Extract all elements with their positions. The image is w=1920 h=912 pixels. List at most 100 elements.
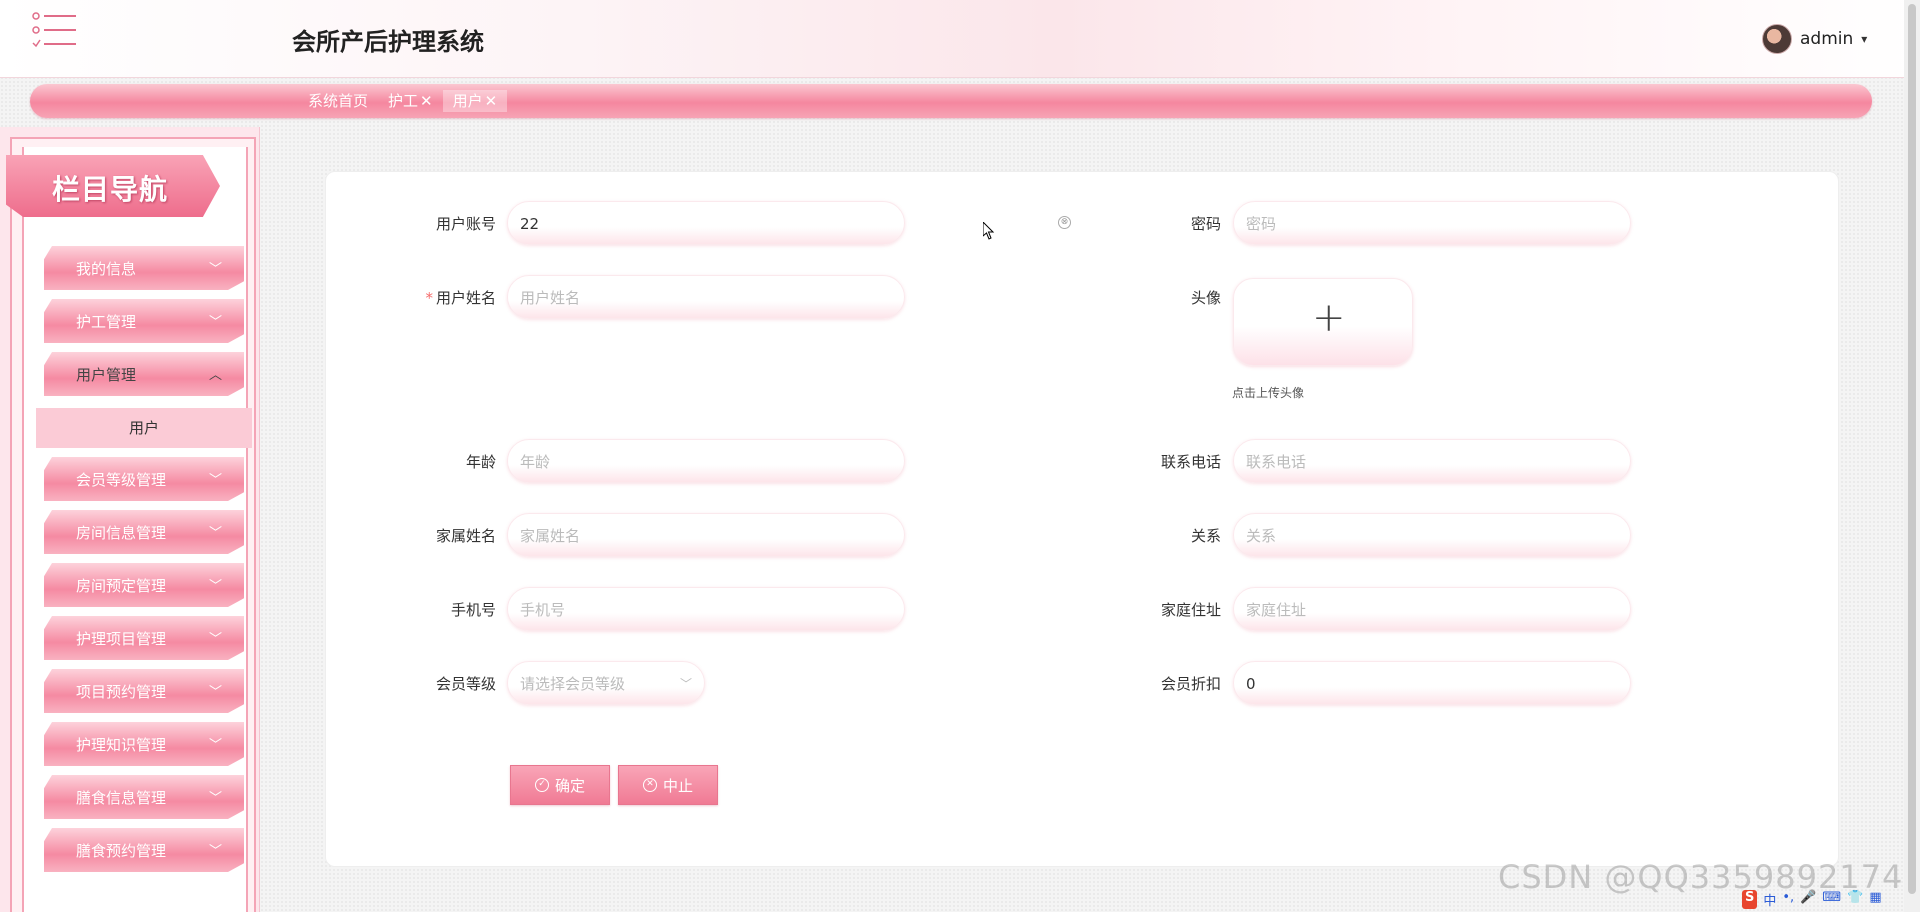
discount-input[interactable]: 0	[1233, 661, 1631, 705]
scrollbar[interactable]	[1904, 0, 1920, 912]
sidebar-item-my-info[interactable]: 我的信息 ﹀	[44, 246, 244, 290]
menu-toggle-icon[interactable]	[32, 12, 80, 52]
member-level-label: 会员等级	[435, 675, 496, 693]
chevron-down-icon: ﹀	[208, 315, 222, 330]
sidebar-item-room-info[interactable]: 房间信息管理 ﹀	[44, 510, 244, 554]
phone-label: 联系电话	[1160, 453, 1221, 471]
sidebar-item-label: 项目预约管理	[76, 683, 167, 701]
sidebar-item-label: 我的信息	[76, 260, 137, 278]
account-input[interactable]: 22	[507, 201, 905, 245]
password-label: 密码	[1190, 215, 1221, 233]
chevron-down-icon: ﹀	[208, 632, 222, 647]
address-label: 家庭住址	[1160, 601, 1221, 619]
account-label: 用户账号	[435, 215, 496, 233]
chevron-down-icon: ﹀	[208, 526, 222, 541]
mobile-label: 手机号	[450, 601, 496, 619]
x-circle-icon: ✕	[642, 778, 657, 792]
name-label: * 用户姓名	[376, 287, 496, 308]
close-icon[interactable]: ✕	[420, 92, 433, 110]
chevron-up-icon: ︿	[208, 368, 222, 383]
tab-label: 系统首页	[308, 92, 369, 110]
age-label: 年龄	[465, 453, 496, 471]
tab-label: 护工	[388, 92, 419, 110]
upload-hint: 点击上传头像	[1232, 386, 1305, 400]
sidebar-item-meal-booking[interactable]: 膳食预约管理 ﹀	[44, 828, 244, 872]
punctuation-icon[interactable]: •,	[1782, 890, 1794, 909]
sidebar-item-project-booking[interactable]: 项目预约管理 ﹀	[44, 669, 244, 713]
password-input[interactable]: 密码	[1233, 201, 1631, 245]
discount-label: 会员折扣	[1160, 675, 1221, 693]
sidebar-subitem-user[interactable]: 用户	[36, 408, 252, 448]
mic-icon[interactable]: 🎤	[1800, 890, 1816, 909]
relation-label: 关系	[1190, 527, 1221, 545]
close-icon[interactable]: ✕	[485, 92, 498, 110]
sidebar-item-meal-info[interactable]: 膳食信息管理 ﹀	[44, 775, 244, 819]
tabs-bar: 系统首页 护工 ✕ 用户 ✕	[30, 84, 1872, 118]
chevron-down-icon: ﹀	[208, 844, 222, 859]
keyboard-icon[interactable]: ⌨	[1822, 890, 1841, 909]
chevron-down-icon: ﹀	[208, 685, 222, 700]
sidebar-item-member-level[interactable]: 会员等级管理 ﹀	[44, 457, 244, 501]
chevron-down-icon: ﹀	[208, 791, 222, 806]
scrollbar-thumb[interactable]	[1908, 4, 1916, 894]
mouse-cursor-icon	[983, 222, 995, 240]
avatar[interactable]	[1762, 24, 1792, 54]
lang-indicator[interactable]: 中	[1763, 890, 1776, 909]
name-input[interactable]: 用户姓名	[507, 275, 905, 319]
chevron-down-icon: ﹀	[208, 738, 222, 753]
sidebar-item-care-project[interactable]: 护理项目管理 ﹀	[44, 616, 244, 660]
app-title: 会所产后护理系统	[292, 28, 484, 56]
tab-label: 用户	[452, 92, 483, 110]
member-level-select[interactable]: 请选择会员等级 ﹀	[507, 661, 705, 705]
cancel-button[interactable]: ✕ 中止	[618, 765, 718, 805]
sidebar-item-room-booking[interactable]: 房间预定管理 ﹀	[44, 563, 244, 607]
system-tray: S 中 •, 🎤 ⌨ 👕 ▦	[1742, 890, 1882, 909]
family-name-input[interactable]: 家属姓名	[507, 513, 905, 557]
username[interactable]: admin	[1800, 29, 1853, 49]
mobile-input[interactable]: 手机号	[507, 587, 905, 631]
sidebar-item-label: 膳食信息管理	[76, 789, 167, 807]
sidebar-item-label: 护工管理	[76, 313, 137, 331]
nav-banner-label: 栏目导航	[52, 173, 169, 206]
sidebar-item-label: 房间预定管理	[76, 577, 167, 595]
sidebar-item-label: 护理知识管理	[76, 736, 167, 754]
clear-icon[interactable]: ⊗	[1058, 216, 1071, 229]
sidebar-item-care-knowledge[interactable]: 护理知识管理 ﹀	[44, 722, 244, 766]
apps-grid-icon[interactable]: ▦	[1869, 890, 1881, 909]
sidebar-nav: 我的信息 ﹀ 护工管理 ﹀ 用户管理 ︿ 用户 会员等级管理 ﹀ 房间信息管理 ﹀ 房间预…	[36, 246, 252, 881]
address-input[interactable]: 家庭住址	[1233, 587, 1631, 631]
sidebar-item-label: 房间信息管理	[76, 524, 167, 542]
cancel-button-label: 中止	[662, 776, 693, 795]
avatar-label: 头像	[1190, 289, 1221, 307]
caret-down-icon[interactable]: ▾	[1861, 32, 1867, 46]
check-circle-icon: ✓	[534, 778, 549, 792]
required-mark: *	[425, 289, 433, 307]
phone-input[interactable]: 联系电话	[1233, 439, 1631, 483]
name-label-text: 用户姓名	[435, 289, 496, 307]
confirm-button[interactable]: ✓ 确定	[510, 765, 610, 805]
chevron-down-icon: ﹀	[679, 677, 692, 691]
sidebar-item-label: 膳食预约管理	[76, 842, 167, 860]
sidebar-item-nurse-mgmt[interactable]: 护工管理 ﹀	[44, 299, 244, 343]
confirm-button-label: 确定	[554, 776, 585, 795]
sidebar-item-label: 护理项目管理	[76, 630, 167, 648]
user-menu[interactable]: admin ▾	[1762, 24, 1867, 54]
top-header: 会所产后护理系统 admin ▾	[0, 0, 1920, 78]
family-name-label: 家属姓名	[435, 527, 496, 545]
sidebar-item-user-mgmt[interactable]: 用户管理 ︿	[44, 352, 244, 396]
avatar-upload[interactable]: +	[1233, 278, 1413, 366]
sidebar-item-label: 会员等级管理	[76, 471, 167, 489]
chevron-down-icon: ﹀	[208, 262, 222, 277]
ime-icon[interactable]: S	[1742, 890, 1758, 909]
plus-icon: +	[1312, 295, 1346, 341]
age-input[interactable]: 年龄	[507, 439, 905, 483]
shirt-icon[interactable]: 👕	[1847, 890, 1863, 909]
tab-home[interactable]: 系统首页	[298, 90, 378, 112]
member-level-placeholder: 请选择会员等级	[520, 675, 626, 693]
chevron-down-icon: ﹀	[208, 579, 222, 594]
sidebar-item-label: 用户管理	[76, 366, 137, 384]
chevron-down-icon: ﹀	[208, 473, 222, 488]
tab-user[interactable]: 用户 ✕	[442, 90, 508, 112]
tab-nurse[interactable]: 护工 ✕	[378, 90, 443, 112]
relation-input[interactable]: 关系	[1233, 513, 1631, 557]
